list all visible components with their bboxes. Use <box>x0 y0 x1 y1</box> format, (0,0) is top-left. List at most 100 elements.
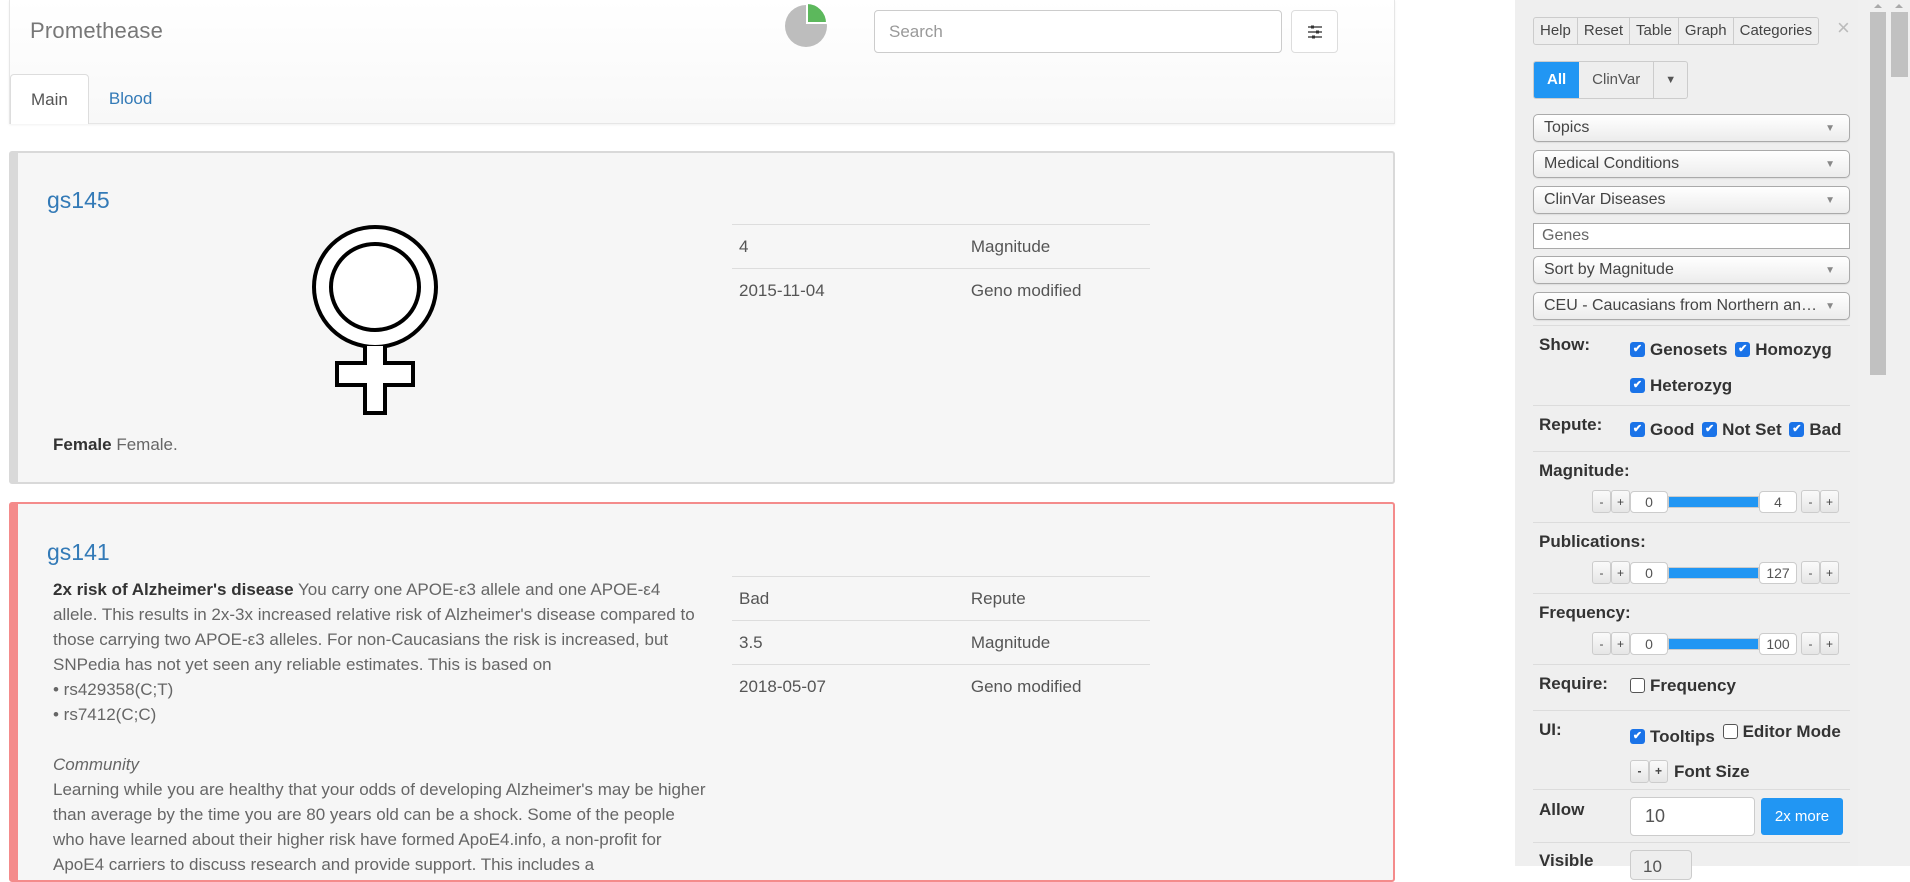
require-frequency-checkbox[interactable]: Frequency <box>1630 669 1736 702</box>
snp-link[interactable]: • rs7412(C;C) <box>53 702 708 727</box>
font-size-control: - + Font Size <box>1630 755 1750 788</box>
min-increment-button[interactable]: + <box>1611 490 1630 513</box>
scroll-up-arrow-icon[interactable] <box>1895 4 1903 8</box>
select-value: Medical Conditions <box>1544 155 1680 172</box>
homozyg-checkbox[interactable]: ✔ Homozyg <box>1735 333 1832 366</box>
allow-label: Allow <box>1539 800 1585 819</box>
min-decrement-button[interactable]: - <box>1592 632 1611 655</box>
reset-button[interactable]: Reset <box>1578 18 1631 44</box>
scrollbar-thumb[interactable] <box>1870 12 1886 375</box>
tab-blood[interactable]: Blood <box>89 74 172 124</box>
snp-link[interactable]: • rs429358(C;T) <box>53 677 708 702</box>
topics-select[interactable]: Topics ▼ <box>1533 114 1850 142</box>
scroll-up-arrow-icon[interactable] <box>1874 4 1882 8</box>
range-min-value[interactable]: 0 <box>1630 490 1668 513</box>
mode-all-button[interactable]: All <box>1534 62 1580 98</box>
min-increment-button[interactable]: + <box>1611 561 1630 584</box>
min-decrement-button[interactable]: - <box>1592 490 1611 513</box>
range-min-value[interactable]: 0 <box>1630 632 1668 655</box>
range-max-value[interactable]: 4 <box>1759 490 1797 513</box>
font-size-label: Font Size <box>1674 762 1750 781</box>
genosets-checkbox[interactable]: ✔ Genosets <box>1630 333 1727 366</box>
show-label: Show: <box>1539 335 1590 354</box>
allow-input[interactable] <box>1630 797 1755 836</box>
brand-title[interactable]: Promethease <box>30 18 163 44</box>
dropdown-arrow-icon: ▼ <box>1825 194 1835 206</box>
range-slider[interactable] <box>1668 566 1759 579</box>
max-increment-button[interactable]: + <box>1820 490 1839 513</box>
double-allow-button[interactable]: 2x more <box>1761 798 1843 835</box>
genoset-summary: Female Female. <box>53 432 178 457</box>
pie-done-slice <box>806 2 829 24</box>
categories-button[interactable]: Categories <box>1734 18 1819 44</box>
close-icon[interactable]: × <box>1837 15 1850 41</box>
filter-settings-button[interactable] <box>1291 10 1338 53</box>
graph-button[interactable]: Graph <box>1679 18 1734 44</box>
check-icon: ✔ <box>1630 342 1645 357</box>
medical-conditions-select[interactable]: Medical Conditions ▼ <box>1533 150 1850 178</box>
table-row: Bad Repute <box>732 576 1150 621</box>
checkbox-empty-icon <box>1722 724 1738 739</box>
summary-title: Female <box>53 435 112 454</box>
repute-options: ✔ Good ✔ Not Set ✔ Bad <box>1630 410 1860 446</box>
filter-panel: Help Reset Table Graph Categories × All … <box>1515 0 1860 880</box>
max-decrement-button[interactable]: - <box>1801 490 1820 513</box>
mode-clinvar-button[interactable]: ClinVar <box>1579 62 1655 98</box>
tab-bar: Main Blood <box>10 74 172 124</box>
font-size-decrease-button[interactable]: - <box>1630 760 1649 783</box>
prop-value: 2015-11-04 <box>732 268 964 313</box>
divider <box>1533 451 1850 452</box>
range-slider[interactable] <box>1668 495 1759 508</box>
checkbox-label: Heterozyg <box>1650 376 1733 395</box>
scrollbar-thumb[interactable] <box>1891 12 1908 77</box>
page-scrollbar[interactable] <box>1886 0 1910 866</box>
range-slider[interactable] <box>1668 637 1759 650</box>
font-size-increase-button[interactable]: + <box>1649 760 1668 783</box>
check-icon: ✔ <box>1630 729 1645 744</box>
genoset-card-bad: gs141 2x risk of Alzheimer's disease You… <box>9 502 1395 882</box>
min-increment-button[interactable]: + <box>1611 632 1630 655</box>
genoset-link[interactable]: gs141 <box>47 539 110 566</box>
checkbox-label: Bad <box>1809 420 1842 439</box>
prop-label: Geno modified <box>963 664 1150 709</box>
not-set-checkbox[interactable]: ✔ Not Set <box>1702 413 1782 446</box>
visible-select[interactable]: 10 <box>1630 850 1692 880</box>
tab-main[interactable]: Main <box>10 74 89 124</box>
max-increment-button[interactable]: + <box>1820 561 1839 584</box>
genoset-card: gs145 Female Female. 4 Magnitude 2015-11… <box>9 151 1395 484</box>
help-button[interactable]: Help <box>1534 18 1578 44</box>
max-decrement-button[interactable]: - <box>1801 632 1820 655</box>
search-input[interactable] <box>874 10 1282 53</box>
genoset-link[interactable]: gs145 <box>47 187 110 214</box>
top-navbar: Promethease Main Blood <box>9 0 1395 124</box>
range-min-value[interactable]: 0 <box>1630 561 1668 584</box>
editor-mode-checkbox[interactable]: Editor Mode <box>1722 715 1841 748</box>
min-decrement-button[interactable]: - <box>1592 561 1611 584</box>
check-icon: ✔ <box>1630 422 1645 437</box>
magnitude-range: - + 0 4 - + <box>1592 490 1839 513</box>
check-icon: ✔ <box>1630 378 1645 393</box>
population-select[interactable]: CEU - Caucasians from Northern an… ▼ <box>1533 292 1850 320</box>
divider <box>1533 842 1850 843</box>
genes-input[interactable] <box>1533 223 1850 249</box>
sort-select[interactable]: Sort by Magnitude ▼ <box>1533 256 1850 284</box>
heterozyg-checkbox[interactable]: ✔ Heterozyg <box>1630 369 1732 402</box>
bad-checkbox[interactable]: ✔ Bad <box>1789 413 1841 446</box>
max-increment-button[interactable]: + <box>1820 632 1839 655</box>
ui-label: UI: <box>1539 720 1562 739</box>
check-icon: ✔ <box>1789 422 1805 437</box>
tooltips-checkbox[interactable]: ✔ Tooltips <box>1630 720 1715 753</box>
max-decrement-button[interactable]: - <box>1801 561 1820 584</box>
clinvar-diseases-select[interactable]: ClinVar Diseases ▼ <box>1533 186 1850 214</box>
table-button[interactable]: Table <box>1630 18 1679 44</box>
range-max-value[interactable]: 100 <box>1759 632 1797 655</box>
divider <box>1533 789 1850 790</box>
panel-scrollbar[interactable] <box>1858 0 1886 866</box>
genoset-summary: 2x risk of Alzheimer's disease You carry… <box>53 577 708 877</box>
venus-female-icon <box>312 225 438 415</box>
mode-dropdown-button[interactable]: ▼ <box>1654 62 1687 98</box>
good-checkbox[interactable]: ✔ Good <box>1630 413 1694 446</box>
dropdown-arrow-icon: ▼ <box>1825 158 1835 170</box>
checkbox-label: Homozyg <box>1755 340 1832 359</box>
range-max-value[interactable]: 127 <box>1759 561 1797 584</box>
